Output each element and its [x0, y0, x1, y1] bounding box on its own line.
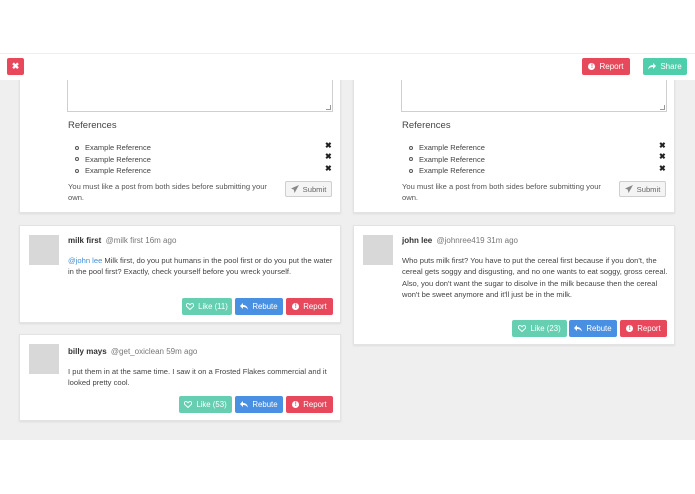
bullet-icon [409, 168, 413, 173]
post-card: john lee @johnree419 31m ago Who puts mi… [353, 225, 675, 345]
post-time: 59m ago [166, 347, 198, 356]
avatar [363, 235, 393, 265]
post-textarea-left[interactable] [67, 80, 333, 112]
references-title-right: References [402, 120, 451, 131]
author-name: billy mays [68, 347, 107, 356]
author-handle[interactable]: @get_oxiclean [111, 347, 164, 356]
bullet-icon [75, 168, 79, 173]
like-button[interactable]: Like (53) [179, 396, 232, 413]
references-list-left: Example Reference Example Reference Exam… [75, 142, 151, 177]
list-item: Example Reference [409, 142, 485, 154]
report-button[interactable]: ! Report [582, 58, 630, 75]
share-button[interactable]: Share [643, 58, 687, 75]
avatar [29, 344, 59, 374]
rebute-button[interactable]: Rebute [569, 320, 617, 337]
list-item: Example Reference [75, 142, 151, 154]
paper-plane-icon [624, 185, 633, 193]
bullet-icon [409, 145, 413, 150]
author-name: milk first [68, 236, 102, 245]
report-label: Report [599, 62, 624, 71]
post-time: 16m ago [145, 236, 177, 245]
post-author: john lee @johnree419 31m ago [402, 236, 518, 245]
resize-handle[interactable] [326, 105, 331, 110]
top-toolbar: ✖ ! Report Share [0, 53, 695, 80]
author-handle[interactable]: @milk first [106, 236, 143, 245]
x-icon[interactable]: ✖ [325, 164, 332, 173]
post-card: billy mays @get_oxiclean 59m ago I put t… [19, 334, 341, 421]
bullet-icon [75, 157, 79, 162]
heart-outline-icon [186, 303, 195, 310]
x-icon[interactable]: ✖ [325, 152, 332, 161]
reply-arrow-icon [240, 303, 249, 310]
rebute-button[interactable]: Rebute [235, 298, 283, 315]
post-card: milk first @milk first 16m ago @john lee… [19, 225, 341, 323]
list-item: Example Reference [75, 154, 151, 166]
report-button[interactable]: ! Report [286, 298, 333, 315]
rebute-button[interactable]: Rebute [235, 396, 283, 413]
report-button[interactable]: ! Report [620, 320, 667, 337]
like-button[interactable]: Like (11) [182, 298, 232, 315]
like-button[interactable]: Like (23) [512, 320, 567, 337]
close-icon: ✖ [11, 61, 20, 71]
submit-hint-right: You must like a post from both sides bef… [402, 182, 601, 202]
exclamation-circle-icon: ! [292, 303, 300, 310]
exclamation-circle-icon: ! [626, 325, 634, 332]
submit-button-right[interactable]: Submit [619, 181, 666, 197]
references-list-right: Example Reference Example Reference Exam… [409, 142, 485, 177]
post-body: @john lee Milk first, do you put humans … [68, 256, 333, 277]
exclamation-circle-icon: ! [292, 401, 300, 408]
compose-card-left: References Example Reference Example Ref… [19, 80, 341, 213]
heart-outline-icon [518, 325, 527, 332]
report-button[interactable]: ! Report [286, 396, 333, 413]
x-icon[interactable]: ✖ [659, 164, 666, 173]
paper-plane-icon [290, 185, 299, 193]
post-author: milk first @milk first 16m ago [68, 236, 176, 245]
reply-arrow-icon [574, 325, 583, 332]
x-icon[interactable]: ✖ [659, 141, 666, 150]
post-body: I put them in at the same time. I saw it… [68, 367, 327, 388]
avatar [29, 235, 59, 265]
x-icon[interactable]: ✖ [659, 152, 666, 161]
submit-hint-left: You must like a post from both sides bef… [68, 182, 267, 202]
author-handle[interactable]: @johnree419 [436, 236, 484, 245]
exclamation-circle-icon: ! [588, 63, 596, 70]
list-item: Example Reference [75, 165, 151, 177]
share-label: Share [660, 62, 682, 71]
post-time: 31m ago [486, 236, 518, 245]
list-item: Example Reference [409, 165, 485, 177]
close-button[interactable]: ✖ [7, 58, 24, 75]
compose-card-right: References Example Reference Example Ref… [353, 80, 675, 213]
submit-button-left[interactable]: Submit [285, 181, 332, 197]
heart-outline-icon [184, 401, 193, 408]
post-body: Who puts milk first? You have to put the… [402, 256, 668, 300]
post-textarea-right[interactable] [401, 80, 667, 112]
bullet-icon [75, 145, 79, 150]
post-author: billy mays @get_oxiclean 59m ago [68, 347, 197, 356]
resize-handle[interactable] [660, 105, 665, 110]
x-icon[interactable]: ✖ [325, 141, 332, 150]
share-arrow-icon [648, 63, 657, 70]
list-item: Example Reference [409, 154, 485, 166]
reply-arrow-icon [240, 401, 249, 408]
bullet-icon [409, 157, 413, 162]
author-name: john lee [402, 236, 433, 245]
mention-link[interactable]: @john lee [68, 256, 102, 265]
references-title-left: References [68, 120, 117, 131]
debate-area: References Example Reference Example Ref… [0, 80, 695, 440]
